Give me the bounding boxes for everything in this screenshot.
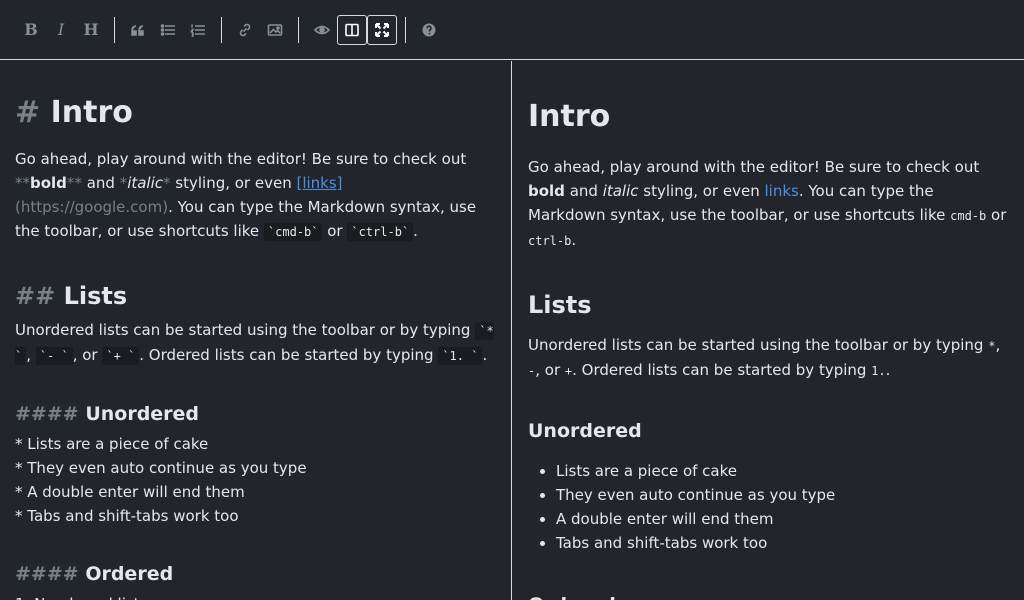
italic-button[interactable]: I — [46, 15, 76, 45]
text: and — [81, 174, 120, 192]
bold-text: bold — [528, 182, 565, 200]
inline-code: ctrl-b — [528, 234, 572, 248]
editor-intro-paragraph: Go ahead, play around with the editor! B… — [15, 147, 496, 244]
list-item: A double enter will end them — [556, 507, 1009, 531]
bold-button[interactable]: B — [16, 15, 46, 45]
side-by-side-button[interactable] — [337, 14, 367, 45]
heading-text: Lists — [63, 282, 128, 310]
text: , or — [72, 346, 103, 364]
inline-code: `ctrl-b` — [347, 223, 414, 241]
text: , or — [535, 361, 565, 379]
text: Unordered lists can be started using the… — [528, 336, 989, 354]
link-icon — [239, 23, 251, 36]
quote-icon — [131, 24, 144, 36]
text: or — [322, 222, 348, 240]
text: Unordered lists can be started using the… — [15, 321, 476, 339]
image-icon — [267, 23, 283, 36]
preview-heading-4-ordered: Ordered — [528, 591, 1009, 600]
inline-code: `+ ` — [102, 347, 140, 365]
editor-list-line: * They even auto continue as you type — [15, 459, 307, 477]
list-item: Lists are a piece of cake — [556, 459, 1009, 483]
heading-text: Ordered — [85, 563, 174, 585]
heading-marker: #### — [15, 563, 79, 585]
preview-button[interactable] — [307, 15, 337, 45]
inline-code: cmd-b — [950, 209, 987, 223]
image-button[interactable] — [260, 15, 290, 45]
text: Go ahead, play around with the editor! B… — [528, 158, 980, 176]
text: , — [26, 346, 36, 364]
heading-button[interactable]: H — [76, 15, 106, 45]
editor-lists-paragraph: Unordered lists can be started using the… — [15, 318, 496, 368]
toolbar-separator — [114, 16, 115, 43]
heading-marker: # — [15, 95, 41, 130]
editor-heading-2: ## Lists — [15, 280, 496, 312]
unordered-list-button[interactable] — [153, 15, 183, 45]
link-button[interactable] — [230, 15, 260, 45]
text: and — [564, 182, 603, 200]
editor-list-line: * A double enter will end them — [15, 483, 245, 501]
markdown-preview: Intro Go ahead, play around with the edi… — [513, 61, 1024, 600]
text: . — [571, 231, 577, 249]
text: . — [885, 361, 891, 379]
editor-list-line: 1. Numbered lists... — [15, 592, 496, 600]
bold-marker: ** — [15, 174, 30, 192]
editor-list-line: * Tabs and shift-tabs work too — [15, 507, 239, 525]
editor-heading-1: # Intro — [15, 93, 496, 133]
link-url: (https://google.com) — [15, 198, 169, 216]
heading-text: Intro — [50, 95, 133, 130]
heading-marker: #### — [15, 403, 79, 425]
text: . Ordered lists can be started by typing — [139, 346, 439, 364]
toolbar-separator — [221, 16, 222, 43]
text: styling, or even — [170, 174, 297, 192]
toolbar-separator — [405, 16, 406, 43]
heading-text: Unordered — [85, 403, 200, 425]
text: . Ordered lists can be started by typing — [572, 361, 872, 379]
italic-marker: * — [163, 174, 171, 192]
quote-button[interactable] — [123, 15, 153, 45]
preview-intro-paragraph: Go ahead, play around with the editor! B… — [528, 155, 1009, 253]
eye-icon — [314, 25, 330, 34]
toolbar-separator — [298, 16, 299, 43]
preview-link[interactable]: links — [764, 182, 798, 200]
heading-marker: ## — [15, 282, 56, 310]
expand-arrows-icon — [375, 22, 389, 37]
list-item: They even auto continue as you type — [556, 483, 1009, 507]
editor-list-line: * Lists are a piece of cake — [15, 435, 209, 453]
markdown-editor[interactable]: # Intro Go ahead, play around with the e… — [0, 61, 512, 600]
preview-heading-4-unordered: Unordered — [528, 420, 642, 442]
bold-marker: ** — [66, 174, 82, 192]
numbered-list-icon — [190, 24, 205, 37]
editor-toolbar: B I H — [0, 0, 1024, 60]
text: Go ahead, play around with the editor! B… — [15, 150, 467, 168]
italic-text: italic — [127, 174, 164, 192]
fullscreen-button[interactable] — [367, 14, 397, 45]
text: . — [482, 346, 488, 364]
italic-text: italic — [602, 182, 639, 200]
preview-heading-1: Intro — [528, 99, 611, 134]
list-item: Tabs and shift-tabs work too — [556, 531, 1009, 555]
inline-code: `- ` — [35, 347, 73, 365]
bullet-list-icon — [160, 23, 175, 36]
help-button[interactable] — [414, 15, 444, 45]
text: . — [413, 222, 418, 240]
columns-icon — [345, 23, 359, 36]
ordered-list-button[interactable] — [183, 15, 213, 45]
preview-heading-2: Lists — [528, 291, 592, 319]
inline-code: `cmd-b` — [263, 223, 323, 241]
inline-code: `1. ` — [438, 347, 483, 365]
inline-code: 1. — [871, 364, 886, 378]
link-text: [links] — [296, 174, 343, 192]
preview-lists-paragraph: Unordered lists can be started using the… — [528, 333, 1009, 383]
bold-text: bold — [30, 174, 67, 192]
text: or — [986, 206, 1007, 224]
editor-heading-4-unordered: #### Unordered — [15, 400, 496, 428]
text: , — [995, 336, 1001, 354]
editor-heading-4-ordered: #### Ordered — [15, 560, 496, 588]
preview-unordered-list: Lists are a piece of cake They even auto… — [528, 459, 1009, 555]
text: styling, or even — [638, 182, 765, 200]
question-circle-icon — [422, 23, 436, 36]
